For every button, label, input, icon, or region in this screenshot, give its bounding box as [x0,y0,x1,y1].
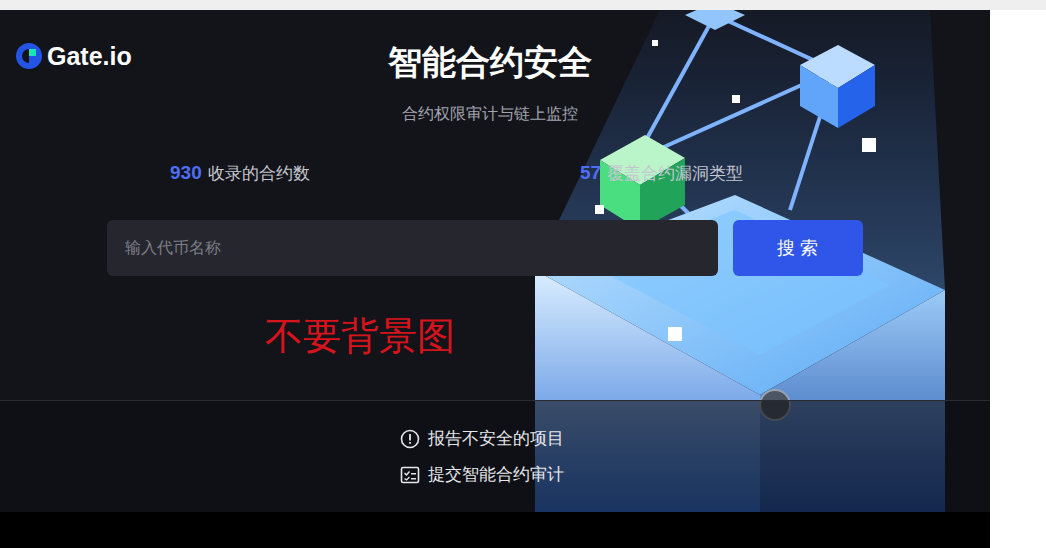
top-strip [0,0,1046,10]
search-row: 搜 索 [0,220,990,276]
search-button[interactable]: 搜 索 [733,220,863,276]
annotation: 不要背景图 [0,314,990,358]
gate-logo-icon [14,41,44,71]
right-margin [990,10,1046,548]
content-row: Gate.io智能合约安全合约权限审计与链上监控 930收录的合约数57覆盖合约漏… [0,10,1046,548]
page-subtitle: 合约权限审计与链上监控 [0,104,990,124]
stats-row: 930收录的合约数57覆盖合约漏洞类型 [0,162,990,185]
header: Gate.io智能合约安全 [0,10,990,84]
bottom-strip [0,512,990,548]
stat-item: 57覆盖合约漏洞类型 [580,162,990,185]
audit-icon [400,465,420,485]
links-band: 报告不安全的项目提交智能合约审计 [0,400,990,512]
logo[interactable]: Gate.io [0,40,388,71]
search-input[interactable] [107,220,718,276]
hero-panel: Gate.io智能合约安全合约权限审计与链上监控 930收录的合约数57覆盖合约漏… [0,10,990,548]
hero-upper: Gate.io智能合约安全合约权限审计与链上监控 930收录的合约数57覆盖合约漏… [0,10,990,400]
page-title: 智能合约安全 [388,40,602,84]
page: Gate.io智能合约安全合约权限审计与链上监控 930收录的合约数57覆盖合约漏… [0,0,1046,548]
alert-icon [400,429,420,449]
footer-link[interactable]: 报告不安全的项目 [400,427,564,450]
footer-link[interactable]: 提交智能合约审计 [400,463,564,486]
stat-item: 930收录的合约数 [170,162,580,185]
